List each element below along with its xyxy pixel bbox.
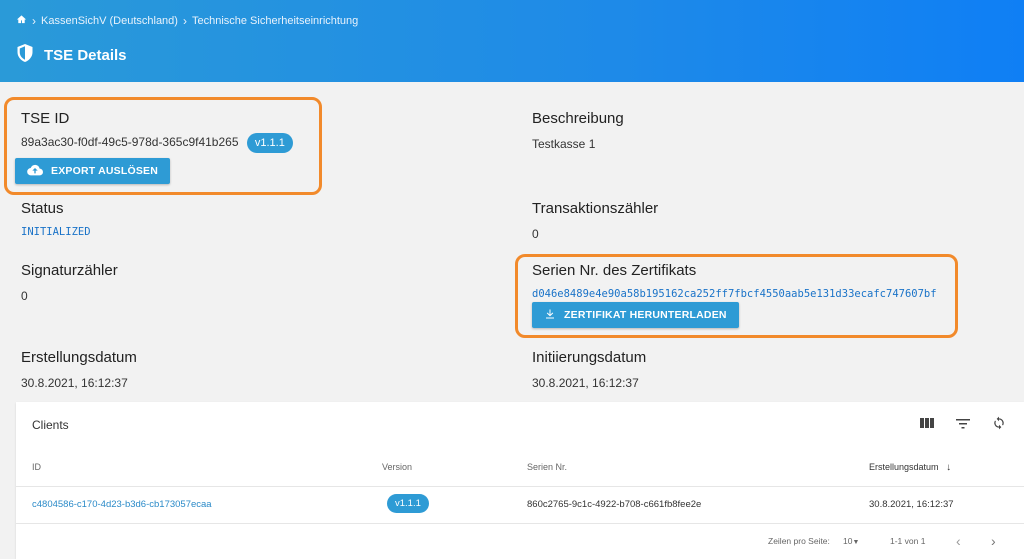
client-created: 30.8.2021, 16:12:37: [869, 499, 954, 510]
client-version-cell: v1.1.1: [387, 494, 429, 513]
tse-id-value: 89a3ac30-f0df-49c5-978d-365c9f41b265: [21, 135, 239, 150]
init-label: Initiierungsdatum: [532, 349, 647, 366]
rows-per-page-select[interactable]: 10▼: [843, 536, 859, 546]
tse-id-label: TSE ID: [21, 110, 70, 127]
column-header-version[interactable]: Version: [382, 462, 412, 472]
description-label: Beschreibung: [532, 110, 624, 127]
page-header: › KassenSichV (Deutschland) › Technische…: [0, 0, 1024, 82]
sig-counter-label: Signaturzähler: [21, 262, 118, 279]
init-value: 30.8.2021, 16:12:37: [532, 376, 639, 390]
breadcrumb: › KassenSichV (Deutschland) › Technische…: [16, 14, 358, 28]
export-button-label: EXPORT AUSLÖSEN: [51, 165, 159, 177]
created-value: 30.8.2021, 16:12:37: [21, 376, 128, 390]
caret-down-icon: ▼: [852, 539, 860, 546]
status-field: Status INITIALIZED: [21, 200, 91, 238]
clients-card: Clients ID Version Serien Nr. Erstellung…: [16, 402, 1024, 559]
tse-id-field: TSE ID 89a3ac30-f0df-49c5-978d-365c9f41b…: [21, 110, 293, 153]
breadcrumb-item-tse[interactable]: Technische Sicherheitseinrichtung: [192, 15, 358, 27]
column-header-created[interactable]: Erstellungsdatum ↓: [869, 462, 951, 473]
cert-serial-value: d046e8489e4e90a58b195162ca252ff7fbcf4550…: [532, 288, 937, 300]
refresh-icon[interactable]: [992, 416, 1006, 435]
client-serial: 860c2765-9c1c-4922-b708-c661fb8fee2e: [527, 499, 702, 510]
status-label: Status: [21, 200, 64, 217]
download-certificate-button[interactable]: ZERTIFIKAT HERUNTERLADEN: [532, 302, 739, 328]
chevron-right-icon: ›: [182, 14, 187, 28]
column-header-id[interactable]: ID: [32, 462, 41, 472]
clients-title: Clients: [32, 418, 69, 432]
column-header-serial[interactable]: Serien Nr.: [527, 462, 567, 472]
cert-serial-field: Serien Nr. des Zertifikats d046e8489e4e9…: [532, 262, 937, 300]
description-field: Beschreibung Testkasse 1: [532, 110, 624, 151]
init-field: Initiierungsdatum 30.8.2021, 16:12:37: [532, 349, 646, 390]
pagination-range: 1-1 von 1: [890, 536, 926, 546]
export-button[interactable]: EXPORT AUSLÖSEN: [15, 158, 171, 184]
tx-counter-field: Transaktionszähler 0: [532, 200, 658, 241]
tx-counter-label: Transaktionszähler: [532, 200, 659, 217]
status-value: INITIALIZED: [21, 226, 91, 238]
breadcrumb-item-kassensichv[interactable]: KassenSichV (Deutschland): [41, 15, 178, 27]
table-toolbar: [920, 416, 1006, 435]
cert-serial-label: Serien Nr. des Zertifikats: [532, 262, 697, 279]
created-label: Erstellungsdatum: [21, 349, 137, 366]
chevron-right-icon[interactable]: ›: [991, 533, 996, 549]
version-badge: v1.1.1: [246, 133, 293, 153]
client-version-badge: v1.1.1: [387, 494, 429, 513]
table-row[interactable]: c4804586-c170-4d23-b3d6-cb173057ecaa v1.…: [16, 486, 1024, 524]
page-title-row: TSE Details: [16, 43, 127, 68]
columns-icon[interactable]: [920, 416, 934, 435]
client-id-link[interactable]: c4804586-c170-4d23-b3d6-cb173057ecaa: [32, 499, 212, 510]
rows-per-page-label: Zeilen pro Seite:: [768, 536, 830, 546]
download-certificate-button-label: ZERTIFIKAT HERUNTERLADEN: [564, 309, 727, 321]
home-icon[interactable]: [16, 14, 27, 28]
chevron-left-icon[interactable]: ‹: [956, 533, 961, 549]
shield-icon: [16, 43, 34, 68]
filter-icon[interactable]: [956, 416, 970, 435]
sig-counter-value: 0: [21, 289, 28, 303]
tx-counter-value: 0: [532, 227, 539, 241]
download-icon: [544, 308, 556, 323]
cloud-upload-icon: [27, 164, 43, 179]
description-value: Testkasse 1: [532, 137, 596, 151]
column-header-created-label: Erstellungsdatum: [869, 462, 939, 472]
page-title: TSE Details: [44, 47, 127, 64]
sig-counter-field: Signaturzähler 0: [21, 262, 118, 303]
chevron-right-icon: ›: [32, 14, 36, 28]
arrow-down-icon: ↓: [946, 462, 952, 473]
created-field: Erstellungsdatum 30.8.2021, 16:12:37: [21, 349, 137, 390]
tse-id-value-row: 89a3ac30-f0df-49c5-978d-365c9f41b265 v1.…: [21, 133, 293, 153]
